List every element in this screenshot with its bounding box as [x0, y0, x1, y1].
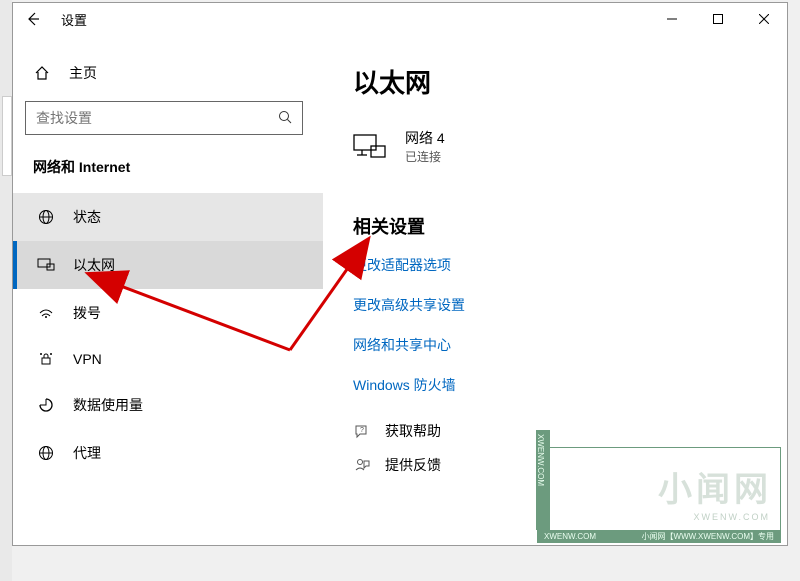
maximize-button[interactable]: [695, 3, 741, 35]
feedback-link[interactable]: 提供反馈: [353, 455, 759, 475]
window-controls: [649, 3, 787, 35]
nav-label: 状态: [73, 207, 101, 227]
back-arrow-icon: [25, 11, 41, 27]
back-button[interactable]: [13, 3, 53, 35]
page-heading: 以太网: [353, 63, 759, 100]
data-usage-icon: [37, 397, 55, 413]
network-name: 网络 4: [405, 128, 445, 148]
ethernet-icon: [37, 257, 55, 273]
home-icon: [33, 65, 51, 81]
nav-item-vpn[interactable]: VPN: [13, 337, 323, 381]
close-button[interactable]: [741, 3, 787, 35]
search-input-wrap[interactable]: [25, 101, 303, 135]
nav-label: 拨号: [73, 303, 101, 323]
nav-item-dialup[interactable]: 拨号: [13, 289, 323, 337]
search-icon: [278, 110, 292, 127]
content-pane: 以太网 网络 4 已连接 相关设置 更改适配器选项 更改高级共享设置 网络和共享…: [323, 35, 787, 545]
help-icon: ?: [353, 423, 371, 439]
svg-text:?: ?: [360, 427, 364, 434]
settings-window: 设置 主页 网络和 Internet: [12, 2, 788, 546]
related-settings-heading: 相关设置: [353, 213, 759, 239]
link-adapter-options[interactable]: 更改适配器选项: [353, 255, 759, 275]
link-advanced-sharing[interactable]: 更改高级共享设置: [353, 295, 759, 315]
nav-label: 代理: [73, 443, 101, 463]
window-title: 设置: [53, 10, 87, 29]
help-label: 获取帮助: [385, 421, 441, 441]
network-card[interactable]: 网络 4 已连接: [353, 128, 759, 165]
titlebar: 设置: [13, 3, 787, 35]
nav-item-ethernet[interactable]: 以太网: [13, 241, 323, 289]
feedback-icon: [353, 457, 371, 473]
status-icon: [37, 209, 55, 225]
home-nav[interactable]: 主页: [13, 55, 323, 91]
nav-label: 以太网: [73, 255, 115, 275]
nav-item-proxy[interactable]: 代理: [13, 429, 323, 477]
get-help-link[interactable]: ? 获取帮助: [353, 421, 759, 441]
sidebar: 主页 网络和 Internet 状态: [13, 35, 323, 545]
network-status: 已连接: [405, 148, 445, 165]
related-links: 更改适配器选项 更改高级共享设置 网络和共享中心 Windows 防火墙: [353, 255, 759, 395]
minimize-button[interactable]: [649, 3, 695, 35]
link-windows-firewall[interactable]: Windows 防火墙: [353, 375, 759, 395]
nav-group-title: 网络和 Internet: [13, 149, 323, 193]
nav-list: 状态 以太网 拨号 V: [13, 193, 323, 477]
home-label: 主页: [69, 63, 97, 83]
feedback-label: 提供反馈: [385, 455, 441, 475]
nav-item-data-usage[interactable]: 数据使用量: [13, 381, 323, 429]
link-network-sharing-center[interactable]: 网络和共享中心: [353, 335, 759, 355]
dialup-icon: [37, 305, 55, 321]
search-input[interactable]: [36, 110, 278, 126]
nav-item-status[interactable]: 状态: [13, 193, 323, 241]
proxy-icon: [37, 445, 55, 461]
ethernet-large-icon: [353, 133, 387, 161]
nav-label: 数据使用量: [73, 395, 143, 415]
nav-label: VPN: [73, 351, 102, 367]
vpn-icon: [37, 351, 55, 367]
